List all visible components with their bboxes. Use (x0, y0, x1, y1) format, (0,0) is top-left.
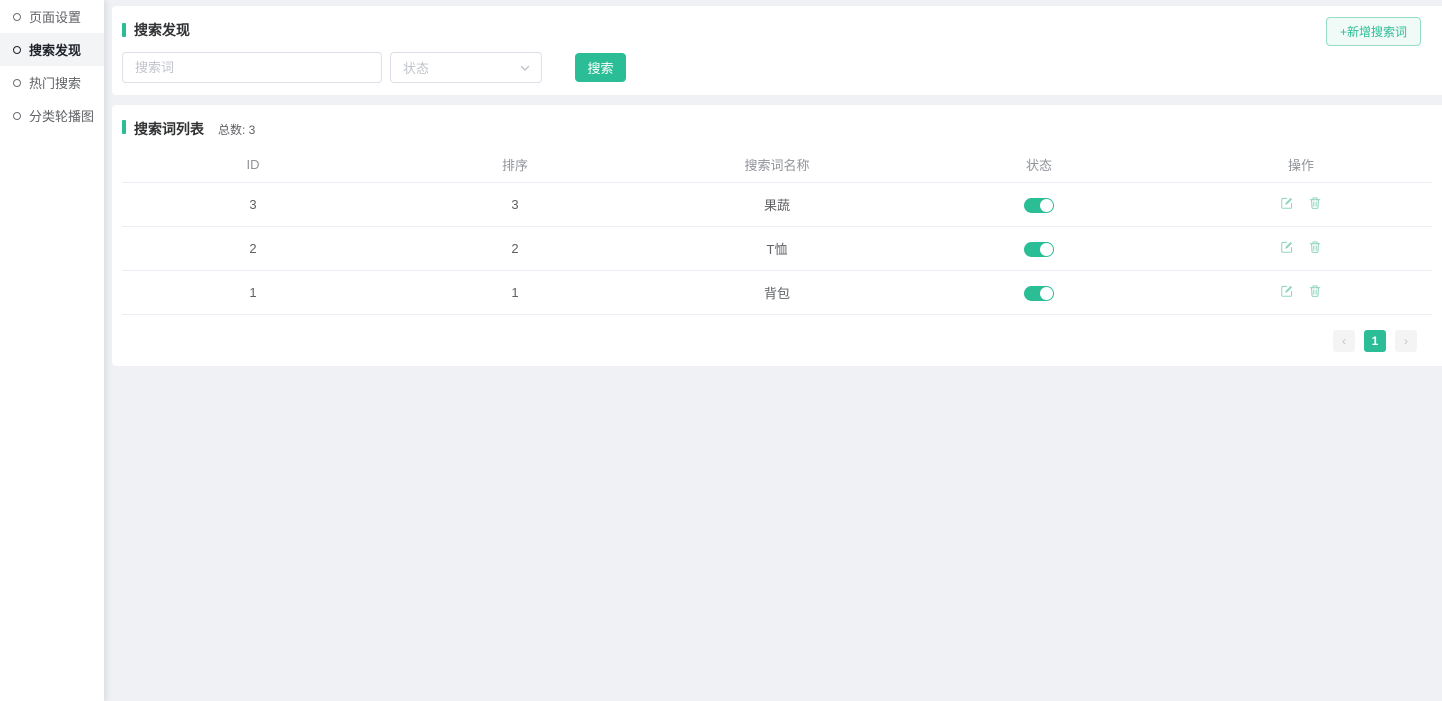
column-header-actions: 操作 (1170, 155, 1432, 174)
sidebar-item-label: 分类轮播图 (29, 106, 94, 125)
title-accent-bar (122, 120, 126, 134)
cell-status (908, 240, 1170, 256)
column-header-status: 状态 (908, 155, 1170, 174)
circle-icon (13, 46, 21, 54)
table-row: 3 3 果蔬 (122, 183, 1432, 227)
status-select[interactable]: 状态 (390, 52, 542, 83)
cell-actions (1170, 196, 1432, 213)
cell-sort: 2 (384, 241, 646, 256)
table-row: 2 2 T恤 (122, 227, 1432, 271)
pagination-page-1[interactable]: 1 (1364, 330, 1386, 352)
column-header-id: ID (122, 157, 384, 172)
toggle-knob (1040, 243, 1053, 256)
keyword-input[interactable] (122, 52, 382, 83)
cell-name: 背包 (646, 283, 908, 302)
search-panel-title-text: 搜索发现 (134, 20, 190, 40)
sidebar-item-hot-search[interactable]: 热门搜索 (0, 66, 104, 99)
chevron-down-icon (519, 62, 531, 74)
column-header-sort: 排序 (384, 155, 646, 174)
sidebar-item-category-carousel[interactable]: 分类轮播图 (0, 99, 104, 132)
main-content: 搜索发现 状态 搜索 +新增搜索词 搜索词列表 (104, 0, 1442, 701)
column-header-name: 搜索词名称 (646, 155, 908, 174)
add-search-word-button[interactable]: +新增搜索词 (1326, 17, 1421, 46)
status-toggle[interactable] (1024, 286, 1054, 301)
edit-icon[interactable] (1280, 196, 1294, 210)
sidebar-item-label: 热门搜索 (29, 73, 81, 92)
search-word-table: ID 排序 搜索词名称 状态 操作 3 3 果蔬 (122, 147, 1432, 315)
search-word-list-panel: 搜索词列表 总数: 3 ID 排序 搜索词名称 状态 操作 3 3 果蔬 (112, 105, 1442, 366)
cell-actions (1170, 284, 1432, 301)
table-header-row: ID 排序 搜索词名称 状态 操作 (122, 147, 1432, 183)
status-toggle[interactable] (1024, 198, 1054, 213)
sidebar-item-page-settings[interactable]: 页面设置 (0, 0, 104, 33)
sidebar: 页面设置 搜索发现 热门搜索 分类轮播图 (0, 0, 104, 701)
edit-icon[interactable] (1280, 284, 1294, 298)
circle-icon (13, 13, 21, 21)
sidebar-item-label: 页面设置 (29, 7, 81, 26)
total-count: 总数: 3 (218, 121, 255, 138)
circle-icon (13, 79, 21, 87)
cell-id: 2 (122, 241, 384, 256)
search-panel-title: 搜索发现 (122, 20, 1432, 40)
trash-icon[interactable] (1308, 240, 1322, 254)
cell-id: 3 (122, 197, 384, 212)
table-row: 1 1 背包 (122, 271, 1432, 315)
toggle-knob (1040, 287, 1053, 300)
cell-status (908, 284, 1170, 300)
pagination-next-button[interactable]: › (1395, 330, 1417, 352)
trash-icon[interactable] (1308, 196, 1322, 210)
sidebar-item-search-discovery[interactable]: 搜索发现 (0, 33, 104, 66)
sidebar-item-label: 搜索发现 (29, 40, 81, 59)
table-panel-title: 搜索词列表 总数: 3 (122, 119, 1432, 139)
trash-icon[interactable] (1308, 284, 1322, 298)
pagination: ‹ 1 › (122, 330, 1417, 352)
circle-icon (13, 112, 21, 120)
status-select-placeholder: 状态 (403, 58, 429, 77)
cell-status (908, 196, 1170, 212)
cell-sort: 3 (384, 197, 646, 212)
toggle-knob (1040, 199, 1053, 212)
table-title-text: 搜索词列表 (134, 119, 204, 139)
cell-id: 1 (122, 285, 384, 300)
app-window: 页面设置 搜索发现 热门搜索 分类轮播图 搜索发现 状态 (0, 0, 1442, 701)
cell-name: 果蔬 (646, 195, 908, 214)
status-toggle[interactable] (1024, 242, 1054, 257)
search-panel: 搜索发现 状态 搜索 +新增搜索词 (112, 6, 1442, 95)
filter-row: 状态 搜索 (122, 52, 1432, 83)
search-button[interactable]: 搜索 (575, 53, 626, 82)
cell-actions (1170, 240, 1432, 257)
cell-name: T恤 (646, 239, 908, 258)
title-accent-bar (122, 23, 126, 37)
pagination-prev-button[interactable]: ‹ (1333, 330, 1355, 352)
edit-icon[interactable] (1280, 240, 1294, 254)
cell-sort: 1 (384, 285, 646, 300)
